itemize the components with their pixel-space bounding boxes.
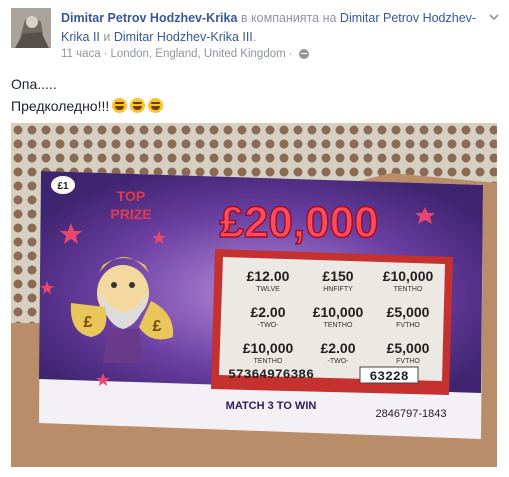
- scratch-cell-word: FVTHO: [396, 358, 420, 365]
- scratch-cell-amount: £150: [322, 268, 353, 284]
- scratch-cell-word: -TWO-: [258, 322, 280, 329]
- serial-left: 57364976386: [228, 367, 314, 382]
- end-punct: .: [252, 30, 257, 44]
- avatar[interactable]: [11, 8, 51, 48]
- post-body: Опа..... Предколедно!!!: [11, 73, 164, 117]
- tagged-user-2-link[interactable]: Dimitar Hodzhev-Krika III: [114, 30, 253, 44]
- post-meta: 11 часа · London, England, United Kingdo…: [61, 48, 309, 60]
- with-text: в компанията на: [240, 11, 337, 25]
- post-location-link[interactable]: London, England, United Kingdom: [111, 48, 286, 60]
- author-name-link[interactable]: Dimitar Petrov Hodzhev-Krika: [61, 11, 237, 25]
- scratch-cell-amount: £10,000: [313, 304, 364, 320]
- scratch-cell-word: FVTHO: [396, 322, 420, 329]
- chevron-down-icon[interactable]: [487, 10, 501, 24]
- scratch-ticket: £1 TOP PRIZE £20,000 £ £ £12.00 TWLVE£150…: [39, 171, 483, 439]
- svg-text:£: £: [153, 318, 162, 335]
- post-text-line-1: Опа.....: [11, 76, 57, 92]
- scratch-grid: £12.00 TWLVE £150 HNFIFTY £10,000 TENTHO £2.00…: [243, 268, 434, 365]
- scratch-cell-amount: £2.00: [320, 340, 355, 356]
- post-photo[interactable]: £1 TOP PRIZE £20,000 £ £ £12.00 TWLVE £1…: [11, 123, 497, 467]
- top-prize-amount: £20,000: [219, 198, 378, 247]
- top-label-2: PRIZE: [110, 206, 151, 222]
- scratch-cell-word: HNFIFTY: [323, 286, 353, 293]
- match-text: MATCH 3 TO WIN: [226, 400, 317, 412]
- post-time-link[interactable]: 11 часа: [61, 48, 101, 60]
- post-text-line-2-text: Предколедно!!!: [11, 98, 110, 114]
- meta-separator: ·: [103, 48, 108, 60]
- scratch-cell-word: TENTHO: [394, 286, 423, 293]
- scratch-cell-word: TWLVE: [256, 286, 280, 293]
- globe-icon[interactable]: [298, 49, 309, 59]
- scratch-cell-word: TENTHO: [254, 358, 283, 365]
- laughing-emoji-icon: [130, 98, 146, 113]
- scratch-cell-amount: £10,000: [243, 340, 294, 356]
- laughing-emoji-icon: [112, 98, 128, 113]
- price-badge: £1: [57, 181, 69, 192]
- scratch-cell-amount: £12.00: [247, 268, 290, 284]
- scratch-cell-amount: £2.00: [250, 304, 285, 320]
- svg-text:£: £: [84, 314, 93, 331]
- ticket-number: 2846797-1843: [376, 408, 447, 420]
- post-text-line-2: Предколедно!!!: [11, 95, 164, 117]
- scratch-cell-amount: £10,000: [383, 268, 434, 284]
- scratch-cell-word: -TWO-: [328, 358, 350, 365]
- post-header-text: Dimitar Petrov Hodzhev-Krika в компаният…: [61, 9, 481, 47]
- serial-right: 63228: [369, 369, 408, 384]
- meta-separator: ·: [288, 48, 293, 60]
- scratch-cell-amount: £5,000: [387, 340, 430, 356]
- scratch-cell-amount: £5,000: [387, 304, 430, 320]
- laughing-emoji-icon: [148, 98, 164, 113]
- top-label-1: TOP: [117, 188, 146, 204]
- and-text: и: [103, 30, 111, 44]
- scratch-cell-word: TENTHO: [324, 322, 353, 329]
- post-header: Dimitar Petrov Hodzhev-Krika в компаният…: [11, 8, 501, 68]
